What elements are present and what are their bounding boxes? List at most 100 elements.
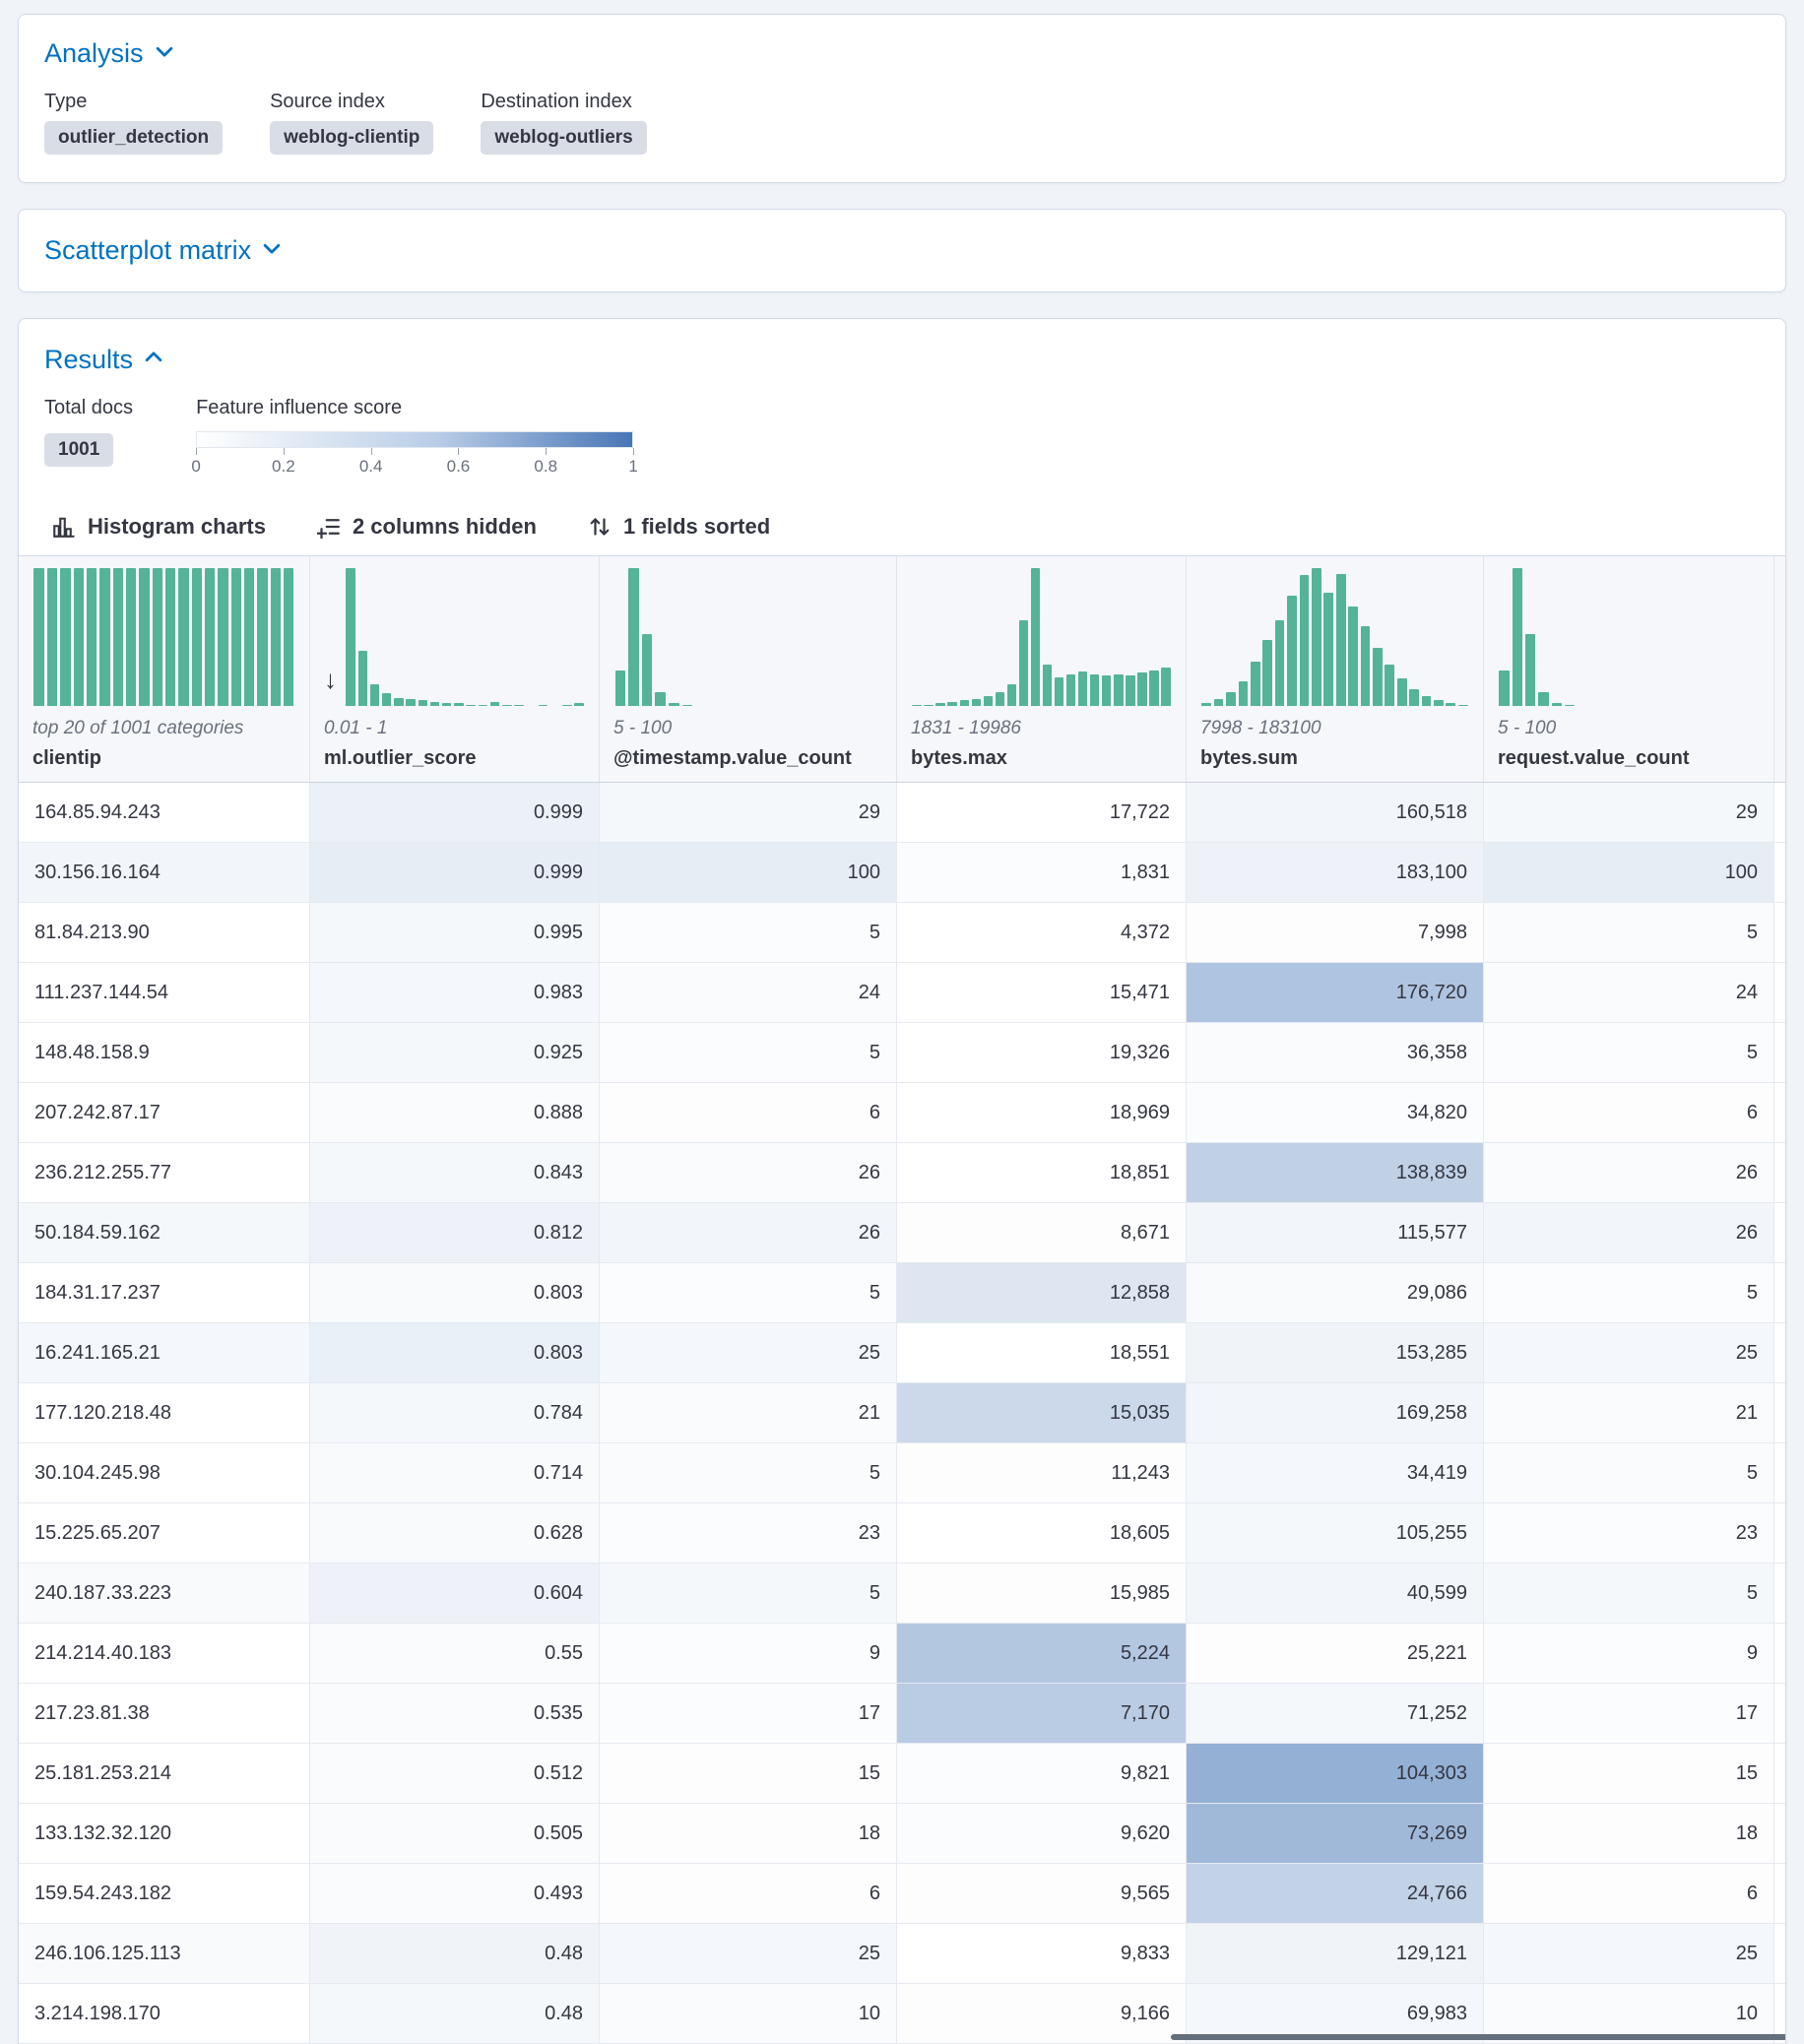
- cell-request.value_count[interactable]: 5: [1484, 903, 1774, 963]
- column-header-ml.outlier_score[interactable]: ↓0.01 - 1ml.outlier_score: [310, 556, 600, 782]
- cell-clientip[interactable]: 81.84.213.90: [19, 903, 310, 963]
- cell-request.value_count[interactable]: 25: [1484, 1924, 1774, 1984]
- cell-ml.outlier_score[interactable]: 0.48: [310, 1924, 600, 1984]
- cell-bytes.max[interactable]: 1,831: [897, 843, 1187, 903]
- cell-bytes.sum[interactable]: 115,577: [1187, 1203, 1484, 1263]
- analysis-section-toggle[interactable]: Analysis: [44, 38, 175, 69]
- cell-ml.outlier_score[interactable]: 0.512: [310, 1744, 600, 1804]
- cell-request.value_count[interactable]: 5: [1484, 1023, 1774, 1083]
- cell-bytes.sum[interactable]: 25,221: [1187, 1624, 1484, 1684]
- cell-clientip[interactable]: 217.23.81.38: [19, 1684, 310, 1744]
- cell-@timestamp.value_count[interactable]: 29: [600, 783, 897, 843]
- column-header-bytes.sum[interactable]: 7998 - 183100bytes.sum: [1187, 556, 1484, 782]
- cell-clientip[interactable]: 159.54.243.182: [19, 1864, 310, 1924]
- cell-ml.outlier_score[interactable]: 0.493: [310, 1864, 600, 1924]
- cell-@timestamp.value_count[interactable]: 6: [600, 1864, 897, 1924]
- cell-@timestamp.value_count[interactable]: 25: [600, 1323, 897, 1383]
- cell-bytes.sum[interactable]: 36,358: [1187, 1023, 1484, 1083]
- cell-clientip[interactable]: 148.48.158.9: [19, 1023, 310, 1083]
- cell-@timestamp.value_count[interactable]: 18: [600, 1804, 897, 1864]
- cell-request.value_count[interactable]: 17: [1484, 1684, 1774, 1744]
- cell-ml.outlier_score[interactable]: 0.604: [310, 1564, 600, 1624]
- cell-bytes.max[interactable]: 18,551: [897, 1323, 1187, 1383]
- cell-bytes.max[interactable]: 4,372: [897, 903, 1187, 963]
- cell-bytes.max[interactable]: 9,821: [897, 1744, 1187, 1804]
- cell-@timestamp.value_count[interactable]: 17: [600, 1684, 897, 1744]
- column-header-bytes.max[interactable]: 1831 - 19986bytes.max: [897, 556, 1187, 782]
- cell-ml.outlier_score[interactable]: 0.995: [310, 903, 600, 963]
- cell-clientip[interactable]: 240.187.33.223: [19, 1564, 310, 1624]
- cell-@timestamp.value_count[interactable]: 24: [600, 963, 897, 1023]
- cell-request.value_count[interactable]: 100: [1484, 843, 1774, 903]
- cell-bytes.max[interactable]: 12,858: [897, 1263, 1187, 1323]
- cell-ml.outlier_score[interactable]: 0.812: [310, 1203, 600, 1263]
- cell-clientip[interactable]: 15.225.65.207: [19, 1503, 310, 1564]
- cell-bytes.max[interactable]: 17,722: [897, 783, 1187, 843]
- cell-clientip[interactable]: 207.242.87.17: [19, 1083, 310, 1143]
- cell-ml.outlier_score[interactable]: 0.48: [310, 1984, 600, 2044]
- column-header-@timestamp.value_count[interactable]: 5 - 100@timestamp.value_count: [600, 556, 897, 782]
- cell-ml.outlier_score[interactable]: 0.714: [310, 1443, 600, 1503]
- cell-bytes.sum[interactable]: 105,255: [1187, 1503, 1484, 1564]
- cell-@timestamp.value_count[interactable]: 15: [600, 1744, 897, 1804]
- cell-request.value_count[interactable]: 6: [1484, 1864, 1774, 1924]
- cell-bytes.max[interactable]: 9,620: [897, 1804, 1187, 1864]
- fields-sorted-button[interactable]: 1 fields sorted: [588, 514, 770, 540]
- cell-@timestamp.value_count[interactable]: 26: [600, 1143, 897, 1203]
- cell-bytes.max[interactable]: 7,170: [897, 1684, 1187, 1744]
- cell-clientip[interactable]: 25.181.253.214: [19, 1744, 310, 1804]
- cell-bytes.sum[interactable]: 40,599: [1187, 1564, 1484, 1624]
- cell-bytes.max[interactable]: 15,985: [897, 1564, 1187, 1624]
- cell-request.value_count[interactable]: 5: [1484, 1263, 1774, 1323]
- cell-clientip[interactable]: 236.212.255.77: [19, 1143, 310, 1203]
- columns-hidden-button[interactable]: 2 columns hidden: [317, 514, 537, 540]
- cell-bytes.max[interactable]: 5,224: [897, 1624, 1187, 1684]
- cell-ml.outlier_score[interactable]: 0.535: [310, 1684, 600, 1744]
- cell-request.value_count[interactable]: 15: [1484, 1744, 1774, 1804]
- cell-bytes.sum[interactable]: 176,720: [1187, 963, 1484, 1023]
- horizontal-scrollbar-thumb[interactable]: [1171, 2034, 1786, 2040]
- cell-@timestamp.value_count[interactable]: 5: [600, 1023, 897, 1083]
- cell-bytes.max[interactable]: 8,671: [897, 1203, 1187, 1263]
- cell-request.value_count[interactable]: 24: [1484, 963, 1774, 1023]
- cell-request.value_count[interactable]: 26: [1484, 1143, 1774, 1203]
- cell-@timestamp.value_count[interactable]: 100: [600, 843, 897, 903]
- cell-@timestamp.value_count[interactable]: 5: [600, 903, 897, 963]
- cell-request.value_count[interactable]: 25: [1484, 1323, 1774, 1383]
- cell-bytes.max[interactable]: 15,471: [897, 963, 1187, 1023]
- cell-bytes.max[interactable]: 11,243: [897, 1443, 1187, 1503]
- cell-bytes.max[interactable]: 18,605: [897, 1503, 1187, 1564]
- cell-bytes.max[interactable]: 18,851: [897, 1143, 1187, 1203]
- column-header-request.value_count[interactable]: 5 - 100request.value_count: [1484, 556, 1774, 782]
- cell-clientip[interactable]: 30.104.245.98: [19, 1443, 310, 1503]
- cell-@timestamp.value_count[interactable]: 21: [600, 1383, 897, 1443]
- cell-ml.outlier_score[interactable]: 0.55: [310, 1624, 600, 1684]
- cell-request.value_count[interactable]: 29: [1484, 783, 1774, 843]
- cell-@timestamp.value_count[interactable]: 5: [600, 1263, 897, 1323]
- cell-@timestamp.value_count[interactable]: 25: [600, 1924, 897, 1984]
- cell-request.value_count[interactable]: 6: [1484, 1083, 1774, 1143]
- cell-ml.outlier_score[interactable]: 0.803: [310, 1323, 600, 1383]
- cell-request.value_count[interactable]: 5: [1484, 1443, 1774, 1503]
- cell-bytes.sum[interactable]: 34,419: [1187, 1443, 1484, 1503]
- cell-bytes.sum[interactable]: 24,766: [1187, 1864, 1484, 1924]
- cell-request.value_count[interactable]: 26: [1484, 1203, 1774, 1263]
- scatterplot-section-toggle[interactable]: Scatterplot matrix: [44, 235, 283, 266]
- column-header-clientip[interactable]: top 20 of 1001 categoriesclientip: [19, 556, 310, 782]
- cell-@timestamp.value_count[interactable]: 23: [600, 1503, 897, 1564]
- cell-bytes.max[interactable]: 18,969: [897, 1083, 1187, 1143]
- cell-bytes.sum[interactable]: 34,820: [1187, 1083, 1484, 1143]
- cell-request.value_count[interactable]: 18: [1484, 1804, 1774, 1864]
- cell-clientip[interactable]: 133.132.32.120: [19, 1804, 310, 1864]
- cell-clientip[interactable]: 177.120.218.48: [19, 1383, 310, 1443]
- cell-ml.outlier_score[interactable]: 0.999: [310, 783, 600, 843]
- cell-bytes.sum[interactable]: 73,269: [1187, 1804, 1484, 1864]
- cell-bytes.sum[interactable]: 104,303: [1187, 1744, 1484, 1804]
- cell-request.value_count[interactable]: 5: [1484, 1564, 1774, 1624]
- cell-ml.outlier_score[interactable]: 0.925: [310, 1023, 600, 1083]
- cell-bytes.sum[interactable]: 183,100: [1187, 843, 1484, 903]
- cell-bytes.sum[interactable]: 7,998: [1187, 903, 1484, 963]
- cell-ml.outlier_score[interactable]: 0.803: [310, 1263, 600, 1323]
- cell-clientip[interactable]: 16.241.165.21: [19, 1323, 310, 1383]
- cell-@timestamp.value_count[interactable]: 9: [600, 1624, 897, 1684]
